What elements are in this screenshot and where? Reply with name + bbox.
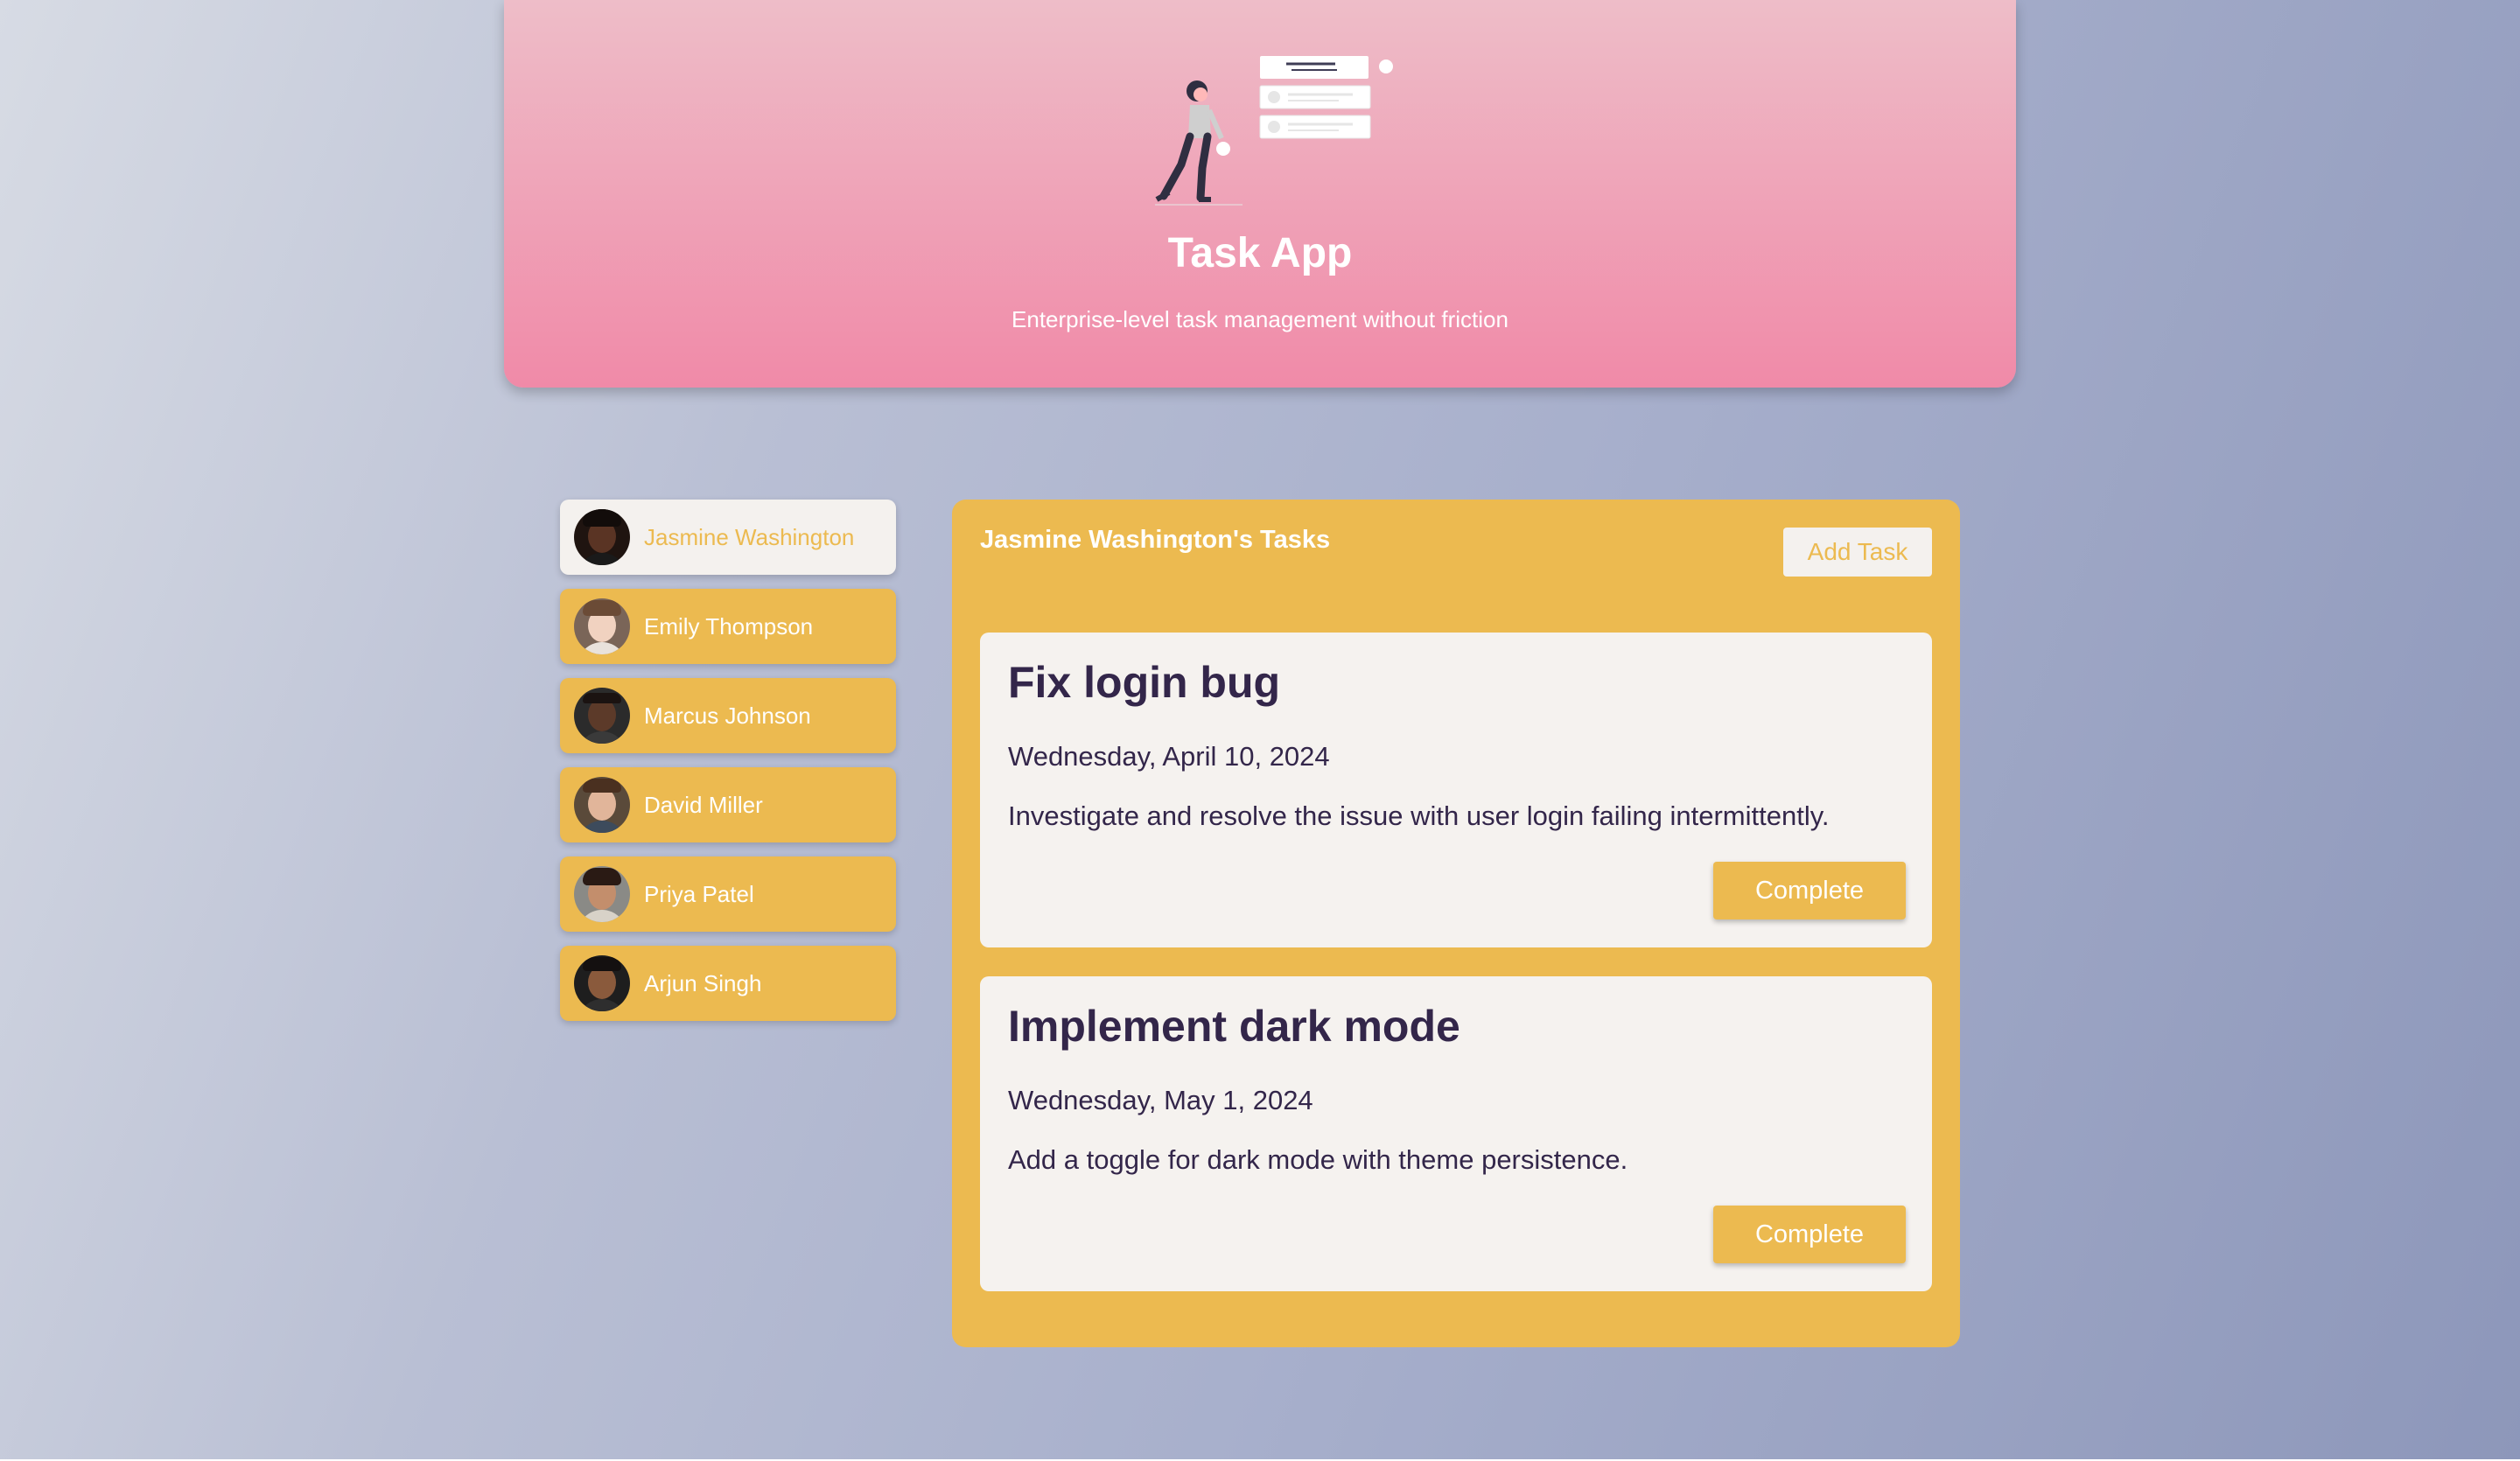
task-title: Fix login bug (1008, 658, 1281, 707)
avatar-jasmine-icon (574, 509, 630, 565)
user-item-arjun-singh[interactable]: Arjun Singh (560, 946, 896, 1021)
user-item-emily-thompson[interactable]: Emily Thompson (560, 589, 896, 664)
user-name: Marcus Johnson (644, 703, 811, 729)
task-list-illustration-icon (1155, 56, 1393, 206)
user-item-marcus-johnson[interactable]: Marcus Johnson (560, 678, 896, 753)
task-card: Fix login bug Wednesday, April 10, 2024 … (980, 633, 1932, 947)
task-date: Wednesday, April 10, 2024 (1008, 741, 1330, 772)
user-name: Jasmine Washington (644, 524, 855, 550)
user-name: David Miller (644, 792, 763, 818)
complete-button[interactable]: Complete (1713, 1206, 1906, 1263)
app-subtitle: Enterprise-level task management without… (1012, 306, 1508, 332)
user-list: Jasmine Washington Emily Thompson Marcus… (560, 500, 896, 1035)
user-name: Priya Patel (644, 881, 754, 907)
user-name: Emily Thompson (644, 613, 814, 640)
panel-title: Jasmine Washington's Tasks (980, 526, 1331, 554)
add-task-button[interactable]: Add Task (1783, 528, 1932, 577)
task-panel: Jasmine Washington's Tasks Add Task Fix … (952, 500, 1960, 1347)
avatar-david-icon (574, 777, 630, 833)
avatar-marcus-icon (574, 688, 630, 744)
user-item-jasmine-washington[interactable]: Jasmine Washington (560, 500, 896, 575)
task-title: Implement dark mode (1008, 1002, 1460, 1051)
user-name: Arjun Singh (644, 970, 762, 996)
task-date: Wednesday, May 1, 2024 (1008, 1085, 1313, 1115)
task-description: Investigate and resolve the issue with u… (1008, 800, 1830, 831)
avatar-emily-icon (574, 598, 630, 654)
avatar-priya-icon (574, 866, 630, 922)
complete-button[interactable]: Complete (1713, 862, 1906, 919)
task-description: Add a toggle for dark mode with theme pe… (1008, 1144, 1628, 1175)
app-title: Task App (1167, 230, 1353, 276)
avatar-arjun-icon (574, 955, 630, 1011)
user-item-david-miller[interactable]: David Miller (560, 767, 896, 842)
task-card: Implement dark mode Wednesday, May 1, 20… (980, 976, 1932, 1291)
user-item-priya-patel[interactable]: Priya Patel (560, 856, 896, 932)
